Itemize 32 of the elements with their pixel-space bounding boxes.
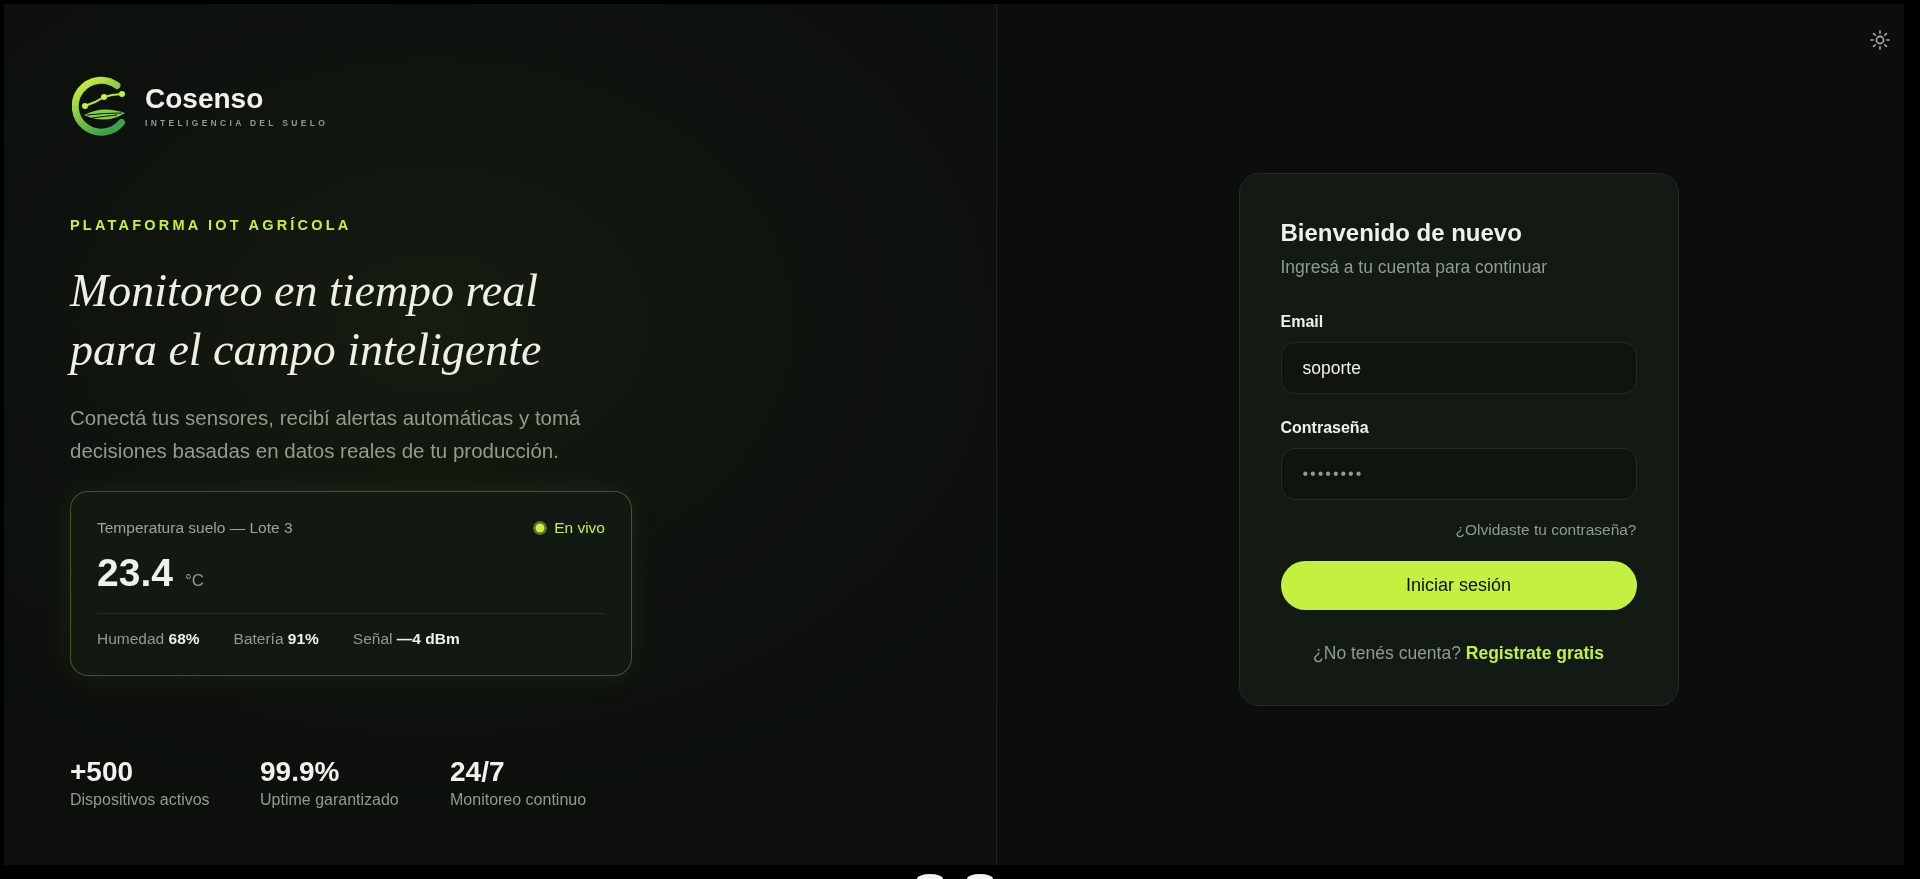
- login-subtitle: Ingresá a tu cuenta para continuar: [1280, 256, 1548, 278]
- stat-value: 24/7: [450, 756, 505, 788]
- login-title: Bienvenido de nuevo: [1280, 218, 1522, 248]
- signup-link[interactable]: Registrate gratis: [1465, 643, 1604, 663]
- metric-reading: Señal —4 dBm: [352, 629, 460, 649]
- round-button[interactable]: [967, 874, 993, 879]
- brand-name: Cosenso: [145, 83, 264, 114]
- leaf-logo-icon: [72, 75, 128, 136]
- card-title: Temperatura suelo — Lote 3: [97, 518, 293, 538]
- stat-value: 99.9%: [260, 756, 340, 788]
- stat-label: Dispositivos activos: [70, 790, 210, 810]
- temperature-value: 23.4: [97, 551, 173, 595]
- field-label: Contraseña: [1280, 418, 1369, 438]
- round-button[interactable]: [917, 874, 943, 879]
- hero-description: Conectá tus sensores, recibí alertas automáticas y tomá decisiones basadas en datos reales de tu producción.: [70, 405, 581, 464]
- stat-value: +500: [70, 756, 134, 788]
- metric-reading: Humedad 68%: [97, 629, 200, 649]
- forgot-password-link[interactable]: ¿Olvidaste tu contraseña?: [1455, 521, 1637, 539]
- email-field[interactable]: soporte: [1280, 342, 1637, 394]
- stat-label: Monitoreo continuo: [450, 790, 587, 810]
- status-dot-icon: [533, 521, 548, 535]
- field-label: Email: [1280, 312, 1324, 332]
- login-button[interactable]: Iniciar sesión: [1280, 561, 1637, 610]
- eyebrow-label: PLATAFORMA IOT AGRÍCOLA: [70, 216, 352, 234]
- stat-label: Uptime garantizado: [260, 790, 399, 810]
- sun-icon[interactable]: [1870, 30, 1890, 50]
- brand-tagline: INTELIGENCIA DEL SUELO: [145, 117, 329, 128]
- metric-reading: Batería 91%: [233, 629, 319, 649]
- password-field[interactable]: ••••••••: [1280, 448, 1637, 500]
- signup-prompt: ¿No tenés cuenta? Registrate gratis: [1313, 642, 1604, 664]
- temperature-unit: °C: [184, 571, 204, 591]
- live-label: En vivo: [554, 518, 605, 538]
